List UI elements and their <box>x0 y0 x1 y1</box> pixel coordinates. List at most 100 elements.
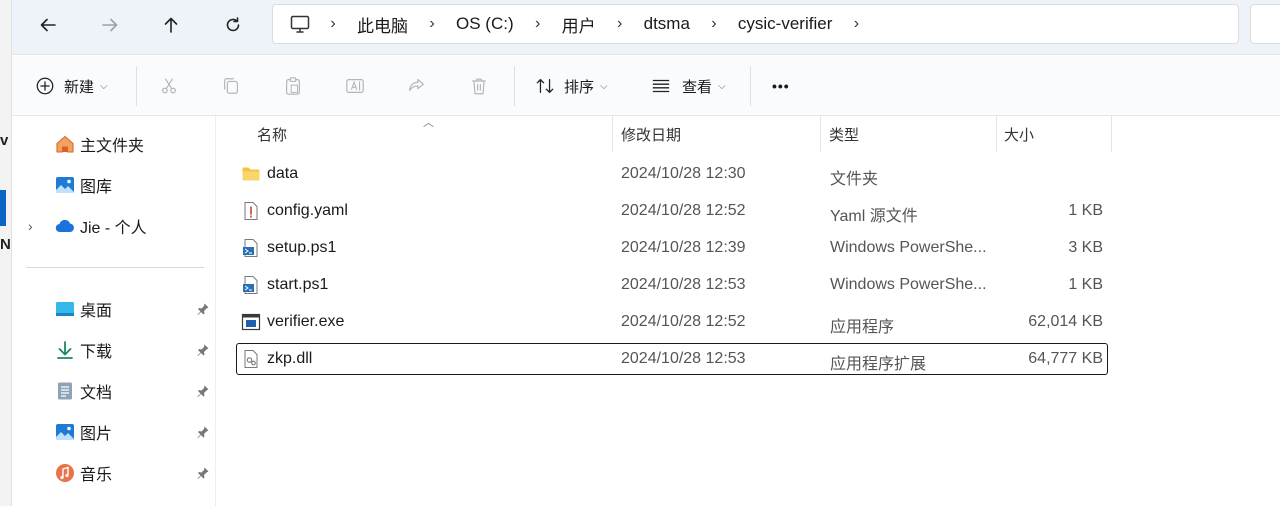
navigation-pane: 主文件夹 图库 › Jie - 个人 桌面 下载 文档 图片 音乐 <box>12 116 216 506</box>
sidebar-item-pictures[interactable]: 图片 <box>12 414 216 450</box>
file-list: ︿ 名称 修改日期 类型 大小 data 2024/10/28 12:30 文件… <box>216 116 1280 506</box>
chevron-down-icon: ⌵ <box>100 80 108 92</box>
desktop-icon <box>54 298 76 320</box>
delete-button[interactable] <box>468 70 490 102</box>
column-divider[interactable] <box>996 116 997 152</box>
sidebar-item-onedrive[interactable]: › Jie - 个人 <box>12 208 216 244</box>
rename-button[interactable] <box>344 70 366 102</box>
gallery-icon <box>54 174 76 196</box>
breadcrumb-drive[interactable]: OS (C:) <box>446 14 524 34</box>
file-row-verifier-exe[interactable]: verifier.exe 2024/10/28 12:52 应用程序 62,01… <box>236 306 1108 338</box>
file-modified: 2024/10/28 12:52 <box>621 313 746 330</box>
pin-icon[interactable] <box>196 466 210 480</box>
pin-icon[interactable] <box>196 425 210 439</box>
toolbar-divider <box>136 66 137 106</box>
pin-icon[interactable] <box>196 302 210 316</box>
column-header-name[interactable]: 名称 <box>257 116 287 152</box>
refresh-icon <box>226 17 240 32</box>
file-size: 3 KB <box>1068 239 1103 256</box>
new-button-label: 新建 <box>64 78 95 96</box>
paste-button[interactable] <box>282 70 304 102</box>
file-size: 64,777 KB <box>1028 350 1103 367</box>
up-button[interactable] <box>155 9 187 41</box>
toolbar-divider <box>750 66 751 106</box>
edge-accent <box>0 190 6 226</box>
sidebar-item-downloads[interactable]: 下载 <box>12 332 216 368</box>
chevron-right-icon[interactable]: › <box>319 15 347 33</box>
file-type: Windows PowerShe... <box>830 276 987 293</box>
file-row-setup-ps1[interactable]: setup.ps1 2024/10/28 12:39 Windows Power… <box>236 232 1108 264</box>
file-row-start-ps1[interactable]: start.ps1 2024/10/28 12:53 Windows Power… <box>236 269 1108 301</box>
clipboard-icon <box>282 75 304 97</box>
share-button[interactable] <box>406 70 428 102</box>
yaml-file-icon <box>244 202 258 220</box>
file-row-config-yaml[interactable]: config.yaml 2024/10/28 12:52 Yaml 源文件 1 … <box>236 195 1108 227</box>
column-header-type[interactable]: 类型 <box>829 116 859 152</box>
sidebar-item-label: 音乐 <box>80 467 113 484</box>
file-type: 应用程序扩展 <box>830 356 927 373</box>
sidebar-item-desktop[interactable]: 桌面 <box>12 291 216 327</box>
chevron-right-icon[interactable]: › <box>606 15 634 33</box>
pictures-icon <box>54 421 76 443</box>
chevron-right-icon[interactable]: › <box>524 15 552 33</box>
search-box[interactable] <box>1250 4 1280 44</box>
command-bar: 新建 ⌵ 排序 ⌵ 查看 ⌵ ••• <box>12 56 1280 116</box>
arrow-up-icon <box>164 17 178 33</box>
sort-button[interactable]: 排序 ⌵ <box>534 70 608 102</box>
chevron-right-icon[interactable]: › <box>28 218 33 234</box>
cloud-icon <box>54 215 76 237</box>
toolbar-divider <box>514 66 515 106</box>
column-header-modified[interactable]: 修改日期 <box>621 116 681 152</box>
navigation-bar: › 此电脑 › OS (C:) › 用户 › dtsma › cysic-ver… <box>12 0 1280 55</box>
sort-icon <box>534 75 556 97</box>
sidebar-item-label: 文档 <box>80 385 113 402</box>
exe-file-icon <box>241 313 261 331</box>
chevron-down-icon: ⌵ <box>600 80 608 92</box>
pin-icon[interactable] <box>196 384 210 398</box>
cut-button[interactable] <box>158 70 180 102</box>
folder-icon <box>242 167 260 181</box>
sort-ascending-icon: ︿ <box>423 117 434 129</box>
column-divider[interactable] <box>820 116 821 152</box>
view-button[interactable]: 查看 ⌵ <box>650 70 726 102</box>
breadcrumb-this-pc[interactable]: 此电脑 <box>347 12 418 37</box>
address-bar[interactable]: › 此电脑 › OS (C:) › 用户 › dtsma › cysic-ver… <box>272 4 1239 44</box>
sidebar-item-label: 下载 <box>80 344 113 361</box>
scissors-icon <box>158 75 180 97</box>
sidebar-item-home[interactable]: 主文件夹 <box>12 126 216 162</box>
file-modified: 2024/10/28 12:39 <box>621 239 746 256</box>
forward-button[interactable] <box>94 9 126 41</box>
breadcrumb-users[interactable]: 用户 <box>552 12 606 37</box>
breadcrumb-current-folder[interactable]: cysic-verifier <box>728 14 842 34</box>
file-row-zkp-dll[interactable]: zkp.dll 2024/10/28 12:53 应用程序扩展 64,777 K… <box>236 343 1108 375</box>
chevron-down-icon: ⌵ <box>718 80 726 92</box>
view-button-label: 查看 <box>682 78 713 96</box>
column-divider[interactable] <box>1111 116 1112 152</box>
file-modified: 2024/10/28 12:53 <box>621 350 746 367</box>
edge-glyph: N <box>0 236 11 253</box>
sidebar-item-label: Jie - 个人 <box>80 220 147 237</box>
chevron-right-icon[interactable]: › <box>842 15 870 33</box>
copy-button[interactable] <box>220 70 242 102</box>
file-name: data <box>267 165 299 182</box>
chevron-right-icon[interactable]: › <box>418 15 446 33</box>
file-name: verifier.exe <box>267 313 345 330</box>
file-modified: 2024/10/28 12:30 <box>621 165 746 182</box>
pin-icon[interactable] <box>196 343 210 357</box>
sidebar-item-documents[interactable]: 文档 <box>12 373 216 409</box>
column-header-size[interactable]: 大小 <box>1004 116 1034 152</box>
new-button[interactable]: 新建 ⌵ <box>34 70 108 102</box>
refresh-button[interactable] <box>217 9 249 41</box>
file-row-data[interactable]: data 2024/10/28 12:30 文件夹 <box>236 158 1108 190</box>
sort-button-label: 排序 <box>564 78 595 96</box>
breadcrumb-user[interactable]: dtsma <box>634 14 700 34</box>
file-type: Windows PowerShe... <box>830 239 987 256</box>
more-options-button[interactable]: ••• <box>772 70 790 102</box>
chevron-right-icon[interactable]: › <box>700 15 728 33</box>
file-name: zkp.dll <box>267 350 313 367</box>
column-divider[interactable] <box>612 116 613 152</box>
copy-icon <box>220 75 242 97</box>
sidebar-item-music[interactable]: 音乐 <box>12 455 216 491</box>
back-button[interactable] <box>32 9 64 41</box>
sidebar-item-gallery[interactable]: 图库 <box>12 167 216 203</box>
